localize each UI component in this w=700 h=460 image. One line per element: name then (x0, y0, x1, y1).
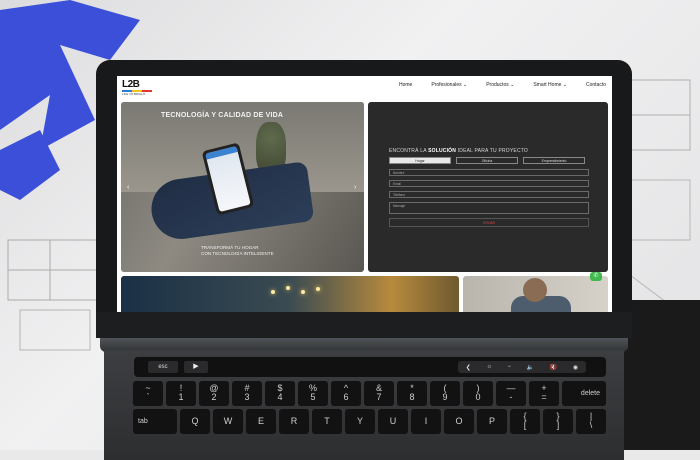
key[interactable]: T (312, 409, 342, 434)
hero-slider[interactable]: TECNOLOGÍA Y CALIDAD DE VIDA TRANSFORMÁ … (121, 102, 364, 272)
key[interactable]: Y (345, 409, 375, 434)
key-bottom: 3 (244, 392, 250, 402)
collapse-icon[interactable]: ❮ (466, 364, 471, 371)
nav-smart-home-label: Smart Home (533, 82, 562, 88)
key-bottom: ] (556, 420, 560, 430)
contact-form-panel: ENCONTRÁ LA SOLUCIÓN IDEAL PARA TU PROYE… (368, 102, 608, 272)
key-bottom: = (541, 392, 547, 402)
message-field[interactable]: Mensaje (389, 202, 589, 214)
volume-icon[interactable]: 🔈 (527, 364, 534, 371)
siri-icon[interactable]: ◉ (573, 364, 578, 371)
key[interactable]: ^ 6 (331, 381, 361, 406)
mute-icon[interactable]: 🔇 (550, 364, 557, 371)
form-title: ENCONTRÁ LA SOLUCIÓN IDEAL PARA TU PROYE… (389, 148, 528, 154)
key[interactable]: + = (529, 381, 559, 406)
key-bottom: 4 (277, 392, 283, 402)
hero-title: TECNOLOGÍA Y CALIDAD DE VIDA (161, 112, 284, 119)
key-bottom: 8 (409, 392, 415, 402)
slider-prev-icon[interactable]: ‹ (127, 184, 129, 191)
play-icon[interactable]: ▶ (184, 361, 208, 373)
key-bottom: 6 (343, 392, 349, 402)
form-title-bold: SOLUCIÓN (428, 148, 457, 154)
control-strip: ❮ ☼ − 🔈 🔇 ◉ (458, 361, 586, 373)
chevron-down-icon: ⌄ (463, 82, 468, 88)
key[interactable]: E (246, 409, 276, 434)
delete-key[interactable]: delete (562, 381, 606, 406)
slider-next-icon[interactable]: › (354, 184, 356, 191)
key[interactable]: R (279, 409, 309, 434)
tab-emprendimiento[interactable]: Emprendimiento (523, 157, 585, 164)
name-field[interactable]: Nombre (389, 169, 589, 176)
lamp (316, 287, 320, 291)
separator: − (507, 364, 512, 370)
nav-contacto[interactable]: Contacto (586, 82, 606, 88)
key[interactable]: O (444, 409, 474, 434)
phone-field[interactable]: Teléfono (389, 191, 589, 198)
key[interactable]: % 5 (298, 381, 328, 406)
form-tabs: Hogar Oficina Emprendimiento (389, 157, 590, 164)
key[interactable]: @2 (199, 381, 229, 406)
nav-profesionales-label: Profesionales (431, 82, 462, 88)
laptop-bezel-bottom (96, 312, 632, 338)
key[interactable]: U (378, 409, 408, 434)
website-screen: L2B LIFE TO BRIGHT Home Profesionales ⌄ … (117, 76, 612, 312)
lamp (301, 290, 305, 294)
logo-text: L2B (122, 79, 140, 90)
person-head (523, 278, 547, 302)
lamp (271, 290, 275, 294)
professionals-card[interactable] (463, 276, 608, 312)
key[interactable]: * 8 (397, 381, 427, 406)
nav-profesionales[interactable]: Profesionales ⌄ (431, 82, 467, 88)
key[interactable]: | \ (576, 409, 606, 434)
lamp (286, 286, 290, 290)
key[interactable]: I (411, 409, 441, 434)
hero-subtitle: TRANSFORMÁ TU HOGAR CON TECNOLOGÍA INTEL… (201, 245, 274, 257)
form-title-post: IDEAL PARA TU PROYECTO (456, 148, 529, 154)
key-bottom: 9 (442, 392, 448, 402)
key[interactable]: & 7 (364, 381, 394, 406)
logo-subtext: LIFE TO BRIGHT (122, 92, 146, 96)
key-bottom: 1 (178, 392, 184, 402)
whatsapp-icon[interactable]: ✆ (590, 272, 602, 281)
logo[interactable]: L2B LIFE TO BRIGHT (122, 80, 160, 96)
key[interactable]: W (213, 409, 243, 434)
key-bottom: [ (523, 420, 527, 430)
key[interactable]: — - (496, 381, 526, 406)
nav-smart-home[interactable]: Smart Home ⌄ (533, 82, 567, 88)
tab-key[interactable]: tab (133, 409, 177, 434)
nav-productos-label: Productos (486, 82, 509, 88)
key-bottom: 5 (310, 392, 316, 402)
key-bottom: 0 (475, 392, 481, 402)
key[interactable]: (9 (430, 381, 460, 406)
submit-button[interactable]: ENVIAR (389, 218, 589, 227)
esc-key[interactable]: esc (148, 361, 178, 373)
lighting-card[interactable] (121, 276, 459, 312)
key-bottom: 2 (211, 392, 217, 402)
chevron-down-icon: ⌄ (510, 82, 515, 88)
key[interactable]: Q (180, 409, 210, 434)
hero-subtitle-line2: CON TECNOLOGÍA INTELIGENTE (201, 251, 274, 256)
key[interactable]: {[ (510, 409, 540, 434)
key-bottom: \ (589, 420, 593, 430)
tab-oficina[interactable]: Oficina (456, 157, 518, 164)
nav-productos[interactable]: Productos ⌄ (486, 82, 514, 88)
email-field[interactable]: Email (389, 180, 589, 187)
brightness-icon[interactable]: ☼ (486, 364, 492, 370)
chevron-down-icon: ⌄ (562, 82, 567, 88)
key[interactable]: ) 0 (463, 381, 493, 406)
key[interactable]: }] (543, 409, 573, 434)
key[interactable]: ~ ` (133, 381, 163, 406)
form-title-pre: ENCONTRÁ LA (389, 148, 429, 154)
key-bottom: ` (146, 392, 150, 402)
key[interactable]: #3 (232, 381, 262, 406)
navbar: L2B LIFE TO BRIGHT Home Profesionales ⌄ … (117, 76, 612, 98)
touch-bar: esc ▶ ❮ ☼ − 🔈 🔇 ◉ (134, 357, 606, 377)
key[interactable]: ! 1 (166, 381, 196, 406)
key[interactable]: P (477, 409, 507, 434)
key-bottom: - (509, 392, 513, 402)
tab-hogar[interactable]: Hogar (389, 157, 451, 164)
nav-home[interactable]: Home (399, 82, 412, 88)
key-bottom: 7 (376, 392, 382, 402)
key[interactable]: $4 (265, 381, 295, 406)
